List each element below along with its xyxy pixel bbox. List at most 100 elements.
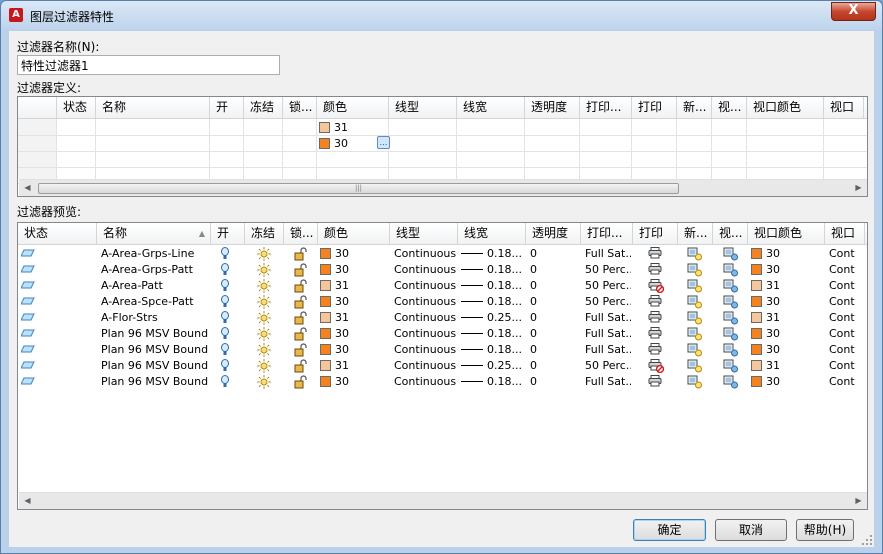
- viewport-color-cell[interactable]: 30: [751, 374, 824, 390]
- column-header-transparency[interactable]: 透明度: [526, 223, 581, 245]
- lineweight-cell[interactable]: 0.25...: [461, 358, 525, 374]
- column-header-plot-style[interactable]: 打印...: [581, 223, 633, 245]
- column-header-vp-freeze[interactable]: 视...: [712, 97, 747, 119]
- definition-color-cell[interactable]: 31: [319, 120, 459, 136]
- column-header-color[interactable]: 颜色: [318, 223, 390, 245]
- scroll-left-arrow-icon[interactable]: ◀: [19, 180, 36, 196]
- filter-preview-grid[interactable]: 状态 名称 ▲ 开冻结 锁... 颜色 线型 线宽 透明度 打印... 打印 新... 视... 视口颜色…: [17, 222, 868, 510]
- viewport-color-cell[interactable]: 30: [751, 326, 824, 342]
- column-header-vp-freeze[interactable]: 视...: [713, 223, 748, 245]
- ok-button[interactable]: 确定: [633, 519, 706, 541]
- column-header-lock[interactable]: 锁...: [284, 223, 318, 245]
- lineweight-cell[interactable]: 0.18...: [461, 262, 525, 278]
- preview-row[interactable]: A-Flor-Strs 31 Continuous 0.25... 0 Full Sat.…: [18, 310, 867, 326]
- layer-status-icon[interactable]: [20, 327, 35, 342]
- preview-row[interactable]: A-Area-Patt 31 Continuous 0.18... 0 50 Perc..…: [18, 278, 867, 294]
- lineweight-cell[interactable]: 0.18...: [461, 374, 525, 390]
- layer-status-icon[interactable]: [20, 375, 35, 390]
- definition-horizontal-scrollbar[interactable]: ◀ ||| ▶: [19, 179, 867, 196]
- scroll-right-arrow-icon[interactable]: ▶: [850, 493, 867, 509]
- layer-color-cell[interactable]: 30: [320, 342, 388, 358]
- plot-printer-icon[interactable]: [648, 247, 662, 262]
- color-picker-button-icon[interactable]: …: [377, 136, 390, 149]
- preview-row[interactable]: Plan 96 MSV Bound... 30 Continuous 0.18... 0…: [18, 342, 867, 358]
- column-header-lock[interactable]: 锁...: [283, 97, 317, 119]
- column-header-on[interactable]: 开: [211, 223, 245, 245]
- layer-status-icon[interactable]: [20, 311, 35, 326]
- lineweight-cell[interactable]: 0.18...: [461, 294, 525, 310]
- scroll-left-arrow-icon[interactable]: ◀: [19, 493, 36, 509]
- layer-color-cell[interactable]: 30: [320, 262, 388, 278]
- layer-color-cell[interactable]: 30: [320, 294, 388, 310]
- column-header-name[interactable]: 名称 ▲: [97, 223, 211, 245]
- layer-color-cell[interactable]: 30: [320, 374, 388, 390]
- resize-grip-icon[interactable]: [861, 534, 873, 546]
- column-header-vp-color[interactable]: 视口颜色: [748, 223, 825, 245]
- viewport-color-cell[interactable]: 30: [751, 246, 824, 262]
- preview-row[interactable]: Plan 96 MSV Bound... 31 Continuous 0.25... 0…: [18, 358, 867, 374]
- layer-color-cell[interactable]: 30: [320, 326, 388, 342]
- column-header-lineweight[interactable]: 线宽: [458, 223, 526, 245]
- layer-status-icon[interactable]: [20, 343, 35, 358]
- layer-on-bulb-icon[interactable]: [220, 375, 230, 392]
- layer-color-cell[interactable]: 31: [320, 310, 388, 326]
- lineweight-cell[interactable]: 0.18...: [461, 278, 525, 294]
- layer-status-icon[interactable]: [20, 247, 35, 262]
- layer-color-cell[interactable]: 31: [320, 358, 388, 374]
- viewport-color-cell[interactable]: 30: [751, 294, 824, 310]
- close-button[interactable]: X: [831, 2, 876, 21]
- column-header-new-vp-freeze[interactable]: 新...: [678, 223, 713, 245]
- column-header-linetype[interactable]: 线型: [390, 223, 458, 245]
- cancel-button[interactable]: 取消: [715, 519, 787, 541]
- column-header-lineweight[interactable]: 线宽: [457, 97, 525, 119]
- column-header-linetype[interactable]: 线型: [389, 97, 457, 119]
- column-header-freeze[interactable]: 冻结: [244, 97, 283, 119]
- column-header-transparency[interactable]: 透明度: [525, 97, 580, 119]
- column-header-plot[interactable]: 打印: [632, 97, 677, 119]
- column-header-color[interactable]: 颜色: [317, 97, 389, 119]
- scroll-thumb[interactable]: |||: [38, 183, 679, 194]
- plot-printer-icon[interactable]: [648, 263, 662, 278]
- column-header-status[interactable]: 状态: [18, 223, 97, 245]
- filter-name-input[interactable]: [17, 55, 280, 75]
- preview-row[interactable]: Plan 96 MSV Bound... 30 Continuous 0.18... 0…: [18, 374, 867, 392]
- help-button[interactable]: 帮助(H): [796, 519, 854, 541]
- layer-color-cell[interactable]: 31: [320, 278, 388, 294]
- definition-row[interactable]: 31: [18, 120, 867, 136]
- column-header-on[interactable]: 开: [210, 97, 244, 119]
- lineweight-cell[interactable]: 0.18...: [461, 246, 525, 262]
- lineweight-cell[interactable]: 0.25...: [461, 310, 525, 326]
- title-bar[interactable]: A 图层过滤器特性 X: [1, 1, 882, 30]
- preview-horizontal-scrollbar[interactable]: ◀ ▶: [19, 492, 867, 509]
- layer-thaw-sun-icon[interactable]: [257, 375, 271, 392]
- plot-printer-icon[interactable]: [648, 375, 662, 390]
- plot-printer-icon[interactable]: [648, 343, 662, 358]
- lineweight-cell[interactable]: 0.18...: [461, 342, 525, 358]
- column-header-plot-style[interactable]: 打印...: [580, 97, 632, 119]
- scroll-right-arrow-icon[interactable]: ▶: [850, 180, 867, 196]
- column-header-plot[interactable]: 打印: [633, 223, 678, 245]
- layer-unlocked-icon[interactable]: [294, 375, 308, 392]
- viewport-freeze-icon[interactable]: [723, 375, 739, 392]
- filter-definition-grid[interactable]: 状态 名称开冻结 锁... 颜色 线型 线宽 透明度 打印... 打印 新... 视... 视口颜色视…: [17, 96, 868, 197]
- preview-row[interactable]: Plan 96 MSV Bound... 30 Continuous 0.18... 0…: [18, 326, 867, 342]
- viewport-color-cell[interactable]: 30: [751, 262, 824, 278]
- layer-status-icon[interactable]: [20, 359, 35, 374]
- definition-row[interactable]: 30…: [18, 136, 867, 152]
- layer-status-icon[interactable]: [20, 295, 35, 310]
- layer-status-icon[interactable]: [20, 279, 35, 294]
- column-header-status[interactable]: 状态: [57, 97, 96, 119]
- preview-row[interactable]: A-Area-Spce-Patt 30 Continuous 0.18... 0 50 P…: [18, 294, 867, 310]
- preview-row[interactable]: A-Area-Grps-Patt 30 Continuous 0.18... 0 50 P…: [18, 262, 867, 278]
- new-viewport-freeze-icon[interactable]: [687, 375, 703, 392]
- plot-printer-icon[interactable]: [648, 327, 662, 342]
- viewport-color-cell[interactable]: 31: [751, 278, 824, 294]
- lineweight-cell[interactable]: 0.18...: [461, 326, 525, 342]
- column-header-new-vp-freeze[interactable]: 新...: [677, 97, 712, 119]
- column-header-vp-color[interactable]: 视口颜色: [747, 97, 824, 119]
- column-header-freeze[interactable]: 冻结: [245, 223, 284, 245]
- viewport-color-cell[interactable]: 31: [751, 358, 824, 374]
- column-header-vp[interactable]: 视口: [825, 223, 865, 245]
- column-header-vp[interactable]: 视口: [824, 97, 864, 119]
- layer-color-cell[interactable]: 30: [320, 246, 388, 262]
